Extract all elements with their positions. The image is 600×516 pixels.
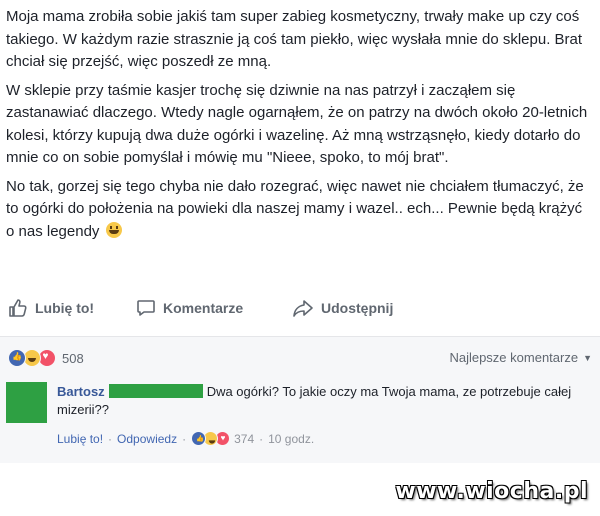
post-actions-bar: Lubię to! Komentarze Udostępnij (0, 288, 600, 332)
post-paragraph: Moja mama zrobiła sobie jakiś tam super … (6, 8, 583, 70)
post-paragraph-text: No tak, gorzej się tego chyba nie dało r… (6, 177, 584, 240)
caret-down-icon: ▼ (583, 353, 592, 363)
comment-reply-link[interactable]: Odpowiedz (117, 432, 177, 446)
laughing-emoji-icon (105, 221, 122, 238)
comment-icon (137, 300, 155, 316)
comment-meta: Lubię to! · Odpowiedz · 374 · 10 godz. (57, 431, 314, 446)
separator-dot: · (182, 431, 187, 446)
like-button[interactable]: Lubię to! (8, 298, 94, 318)
post-paragraph: W sklepie przy taśmie kasjer trochę się … (6, 81, 588, 167)
share-button[interactable]: Udostępnij (292, 298, 393, 318)
reactions-summary[interactable]: 508 (8, 349, 84, 367)
reaction-count: 508 (62, 350, 84, 366)
avatar[interactable] (6, 382, 47, 423)
share-icon (293, 300, 313, 317)
comment: Bartosz Dwa ogórki? To jakie oczy ma Twoj… (57, 383, 587, 419)
comment-author[interactable]: Bartosz (57, 384, 105, 399)
comments-section: 508 Najlepsze komentarze ▼ BartoszDwa ogó… (0, 337, 600, 463)
share-button-label: Udostępnij (321, 300, 394, 316)
thumbs-up-icon (9, 299, 27, 317)
comment-sort-dropdown[interactable]: Najlepsze komentarze ▼ (449, 350, 592, 365)
post-text: Moja mama zrobiła sobie jakiś tam super … (6, 6, 594, 249)
post-paragraph: No tak, gorzej się tego chyba nie dało r… (6, 176, 594, 244)
comment-button[interactable]: Komentarze (136, 298, 243, 318)
watermark: www.wiocha.pl (395, 479, 588, 504)
like-icon (8, 349, 26, 367)
censored-surname (108, 384, 203, 398)
separator-dot: · (108, 431, 113, 446)
separator-dot: · (259, 431, 264, 446)
comment-time[interactable]: 10 godz. (268, 432, 314, 446)
comment-like-link[interactable]: Lubię to! (57, 432, 103, 446)
comment-reaction-count[interactable]: 374 (234, 432, 254, 446)
like-button-label: Lubię to! (35, 300, 95, 316)
sort-label: Najlepsze komentarze (449, 350, 579, 365)
like-icon (191, 431, 207, 446)
comment-button-label: Komentarze (163, 300, 244, 316)
